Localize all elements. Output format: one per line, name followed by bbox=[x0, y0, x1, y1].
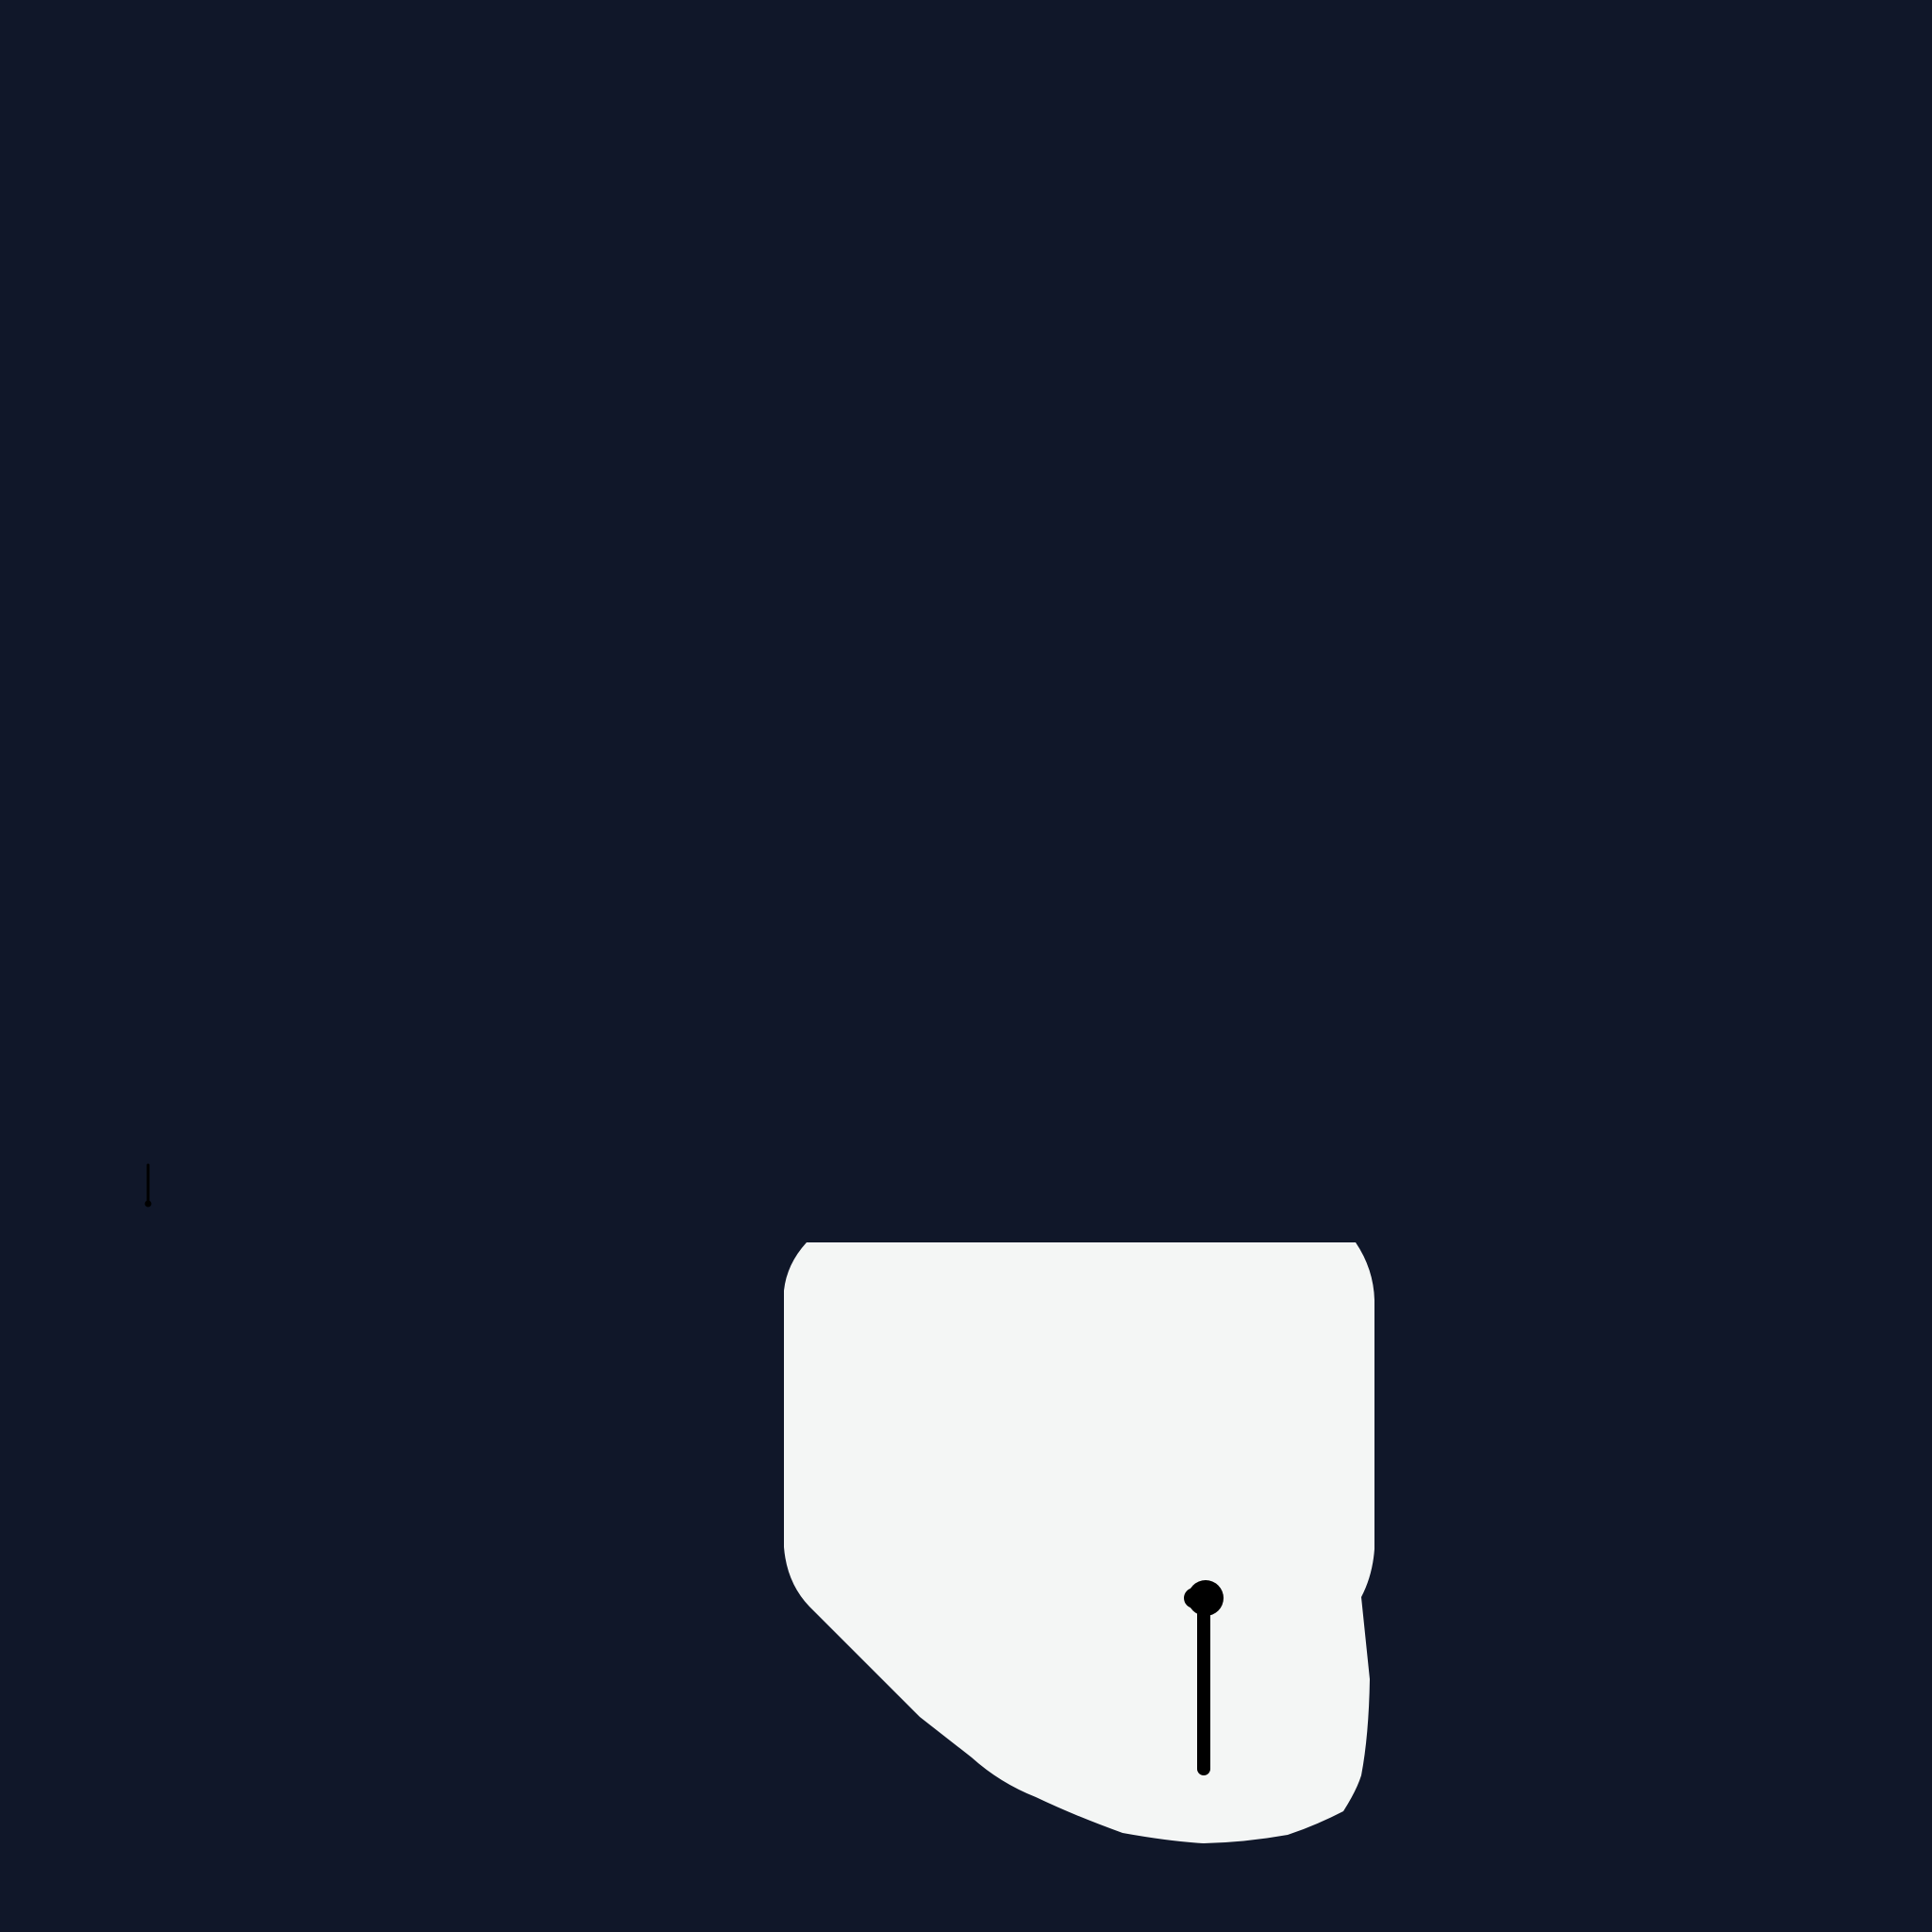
canvas bbox=[0, 0, 1932, 1932]
filament-knob-left bbox=[1184, 1588, 1205, 1608]
icon-artwork bbox=[144, 1163, 1374, 1843]
lightbulb-outline-icon bbox=[784, 1242, 1374, 1843]
small-pin-dot bbox=[144, 1200, 152, 1208]
white-shape bbox=[784, 1242, 1374, 1843]
small-pin-marker bbox=[144, 1163, 152, 1208]
